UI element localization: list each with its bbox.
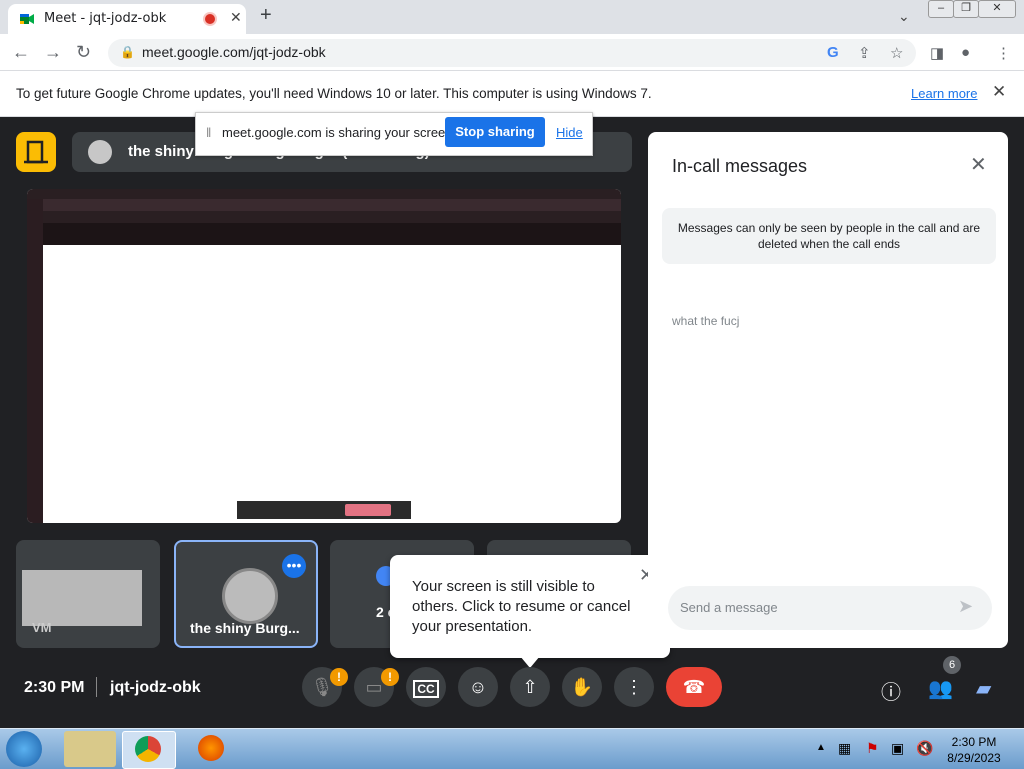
menu-icon[interactable]: ⋮ — [996, 44, 1011, 62]
divider — [96, 677, 97, 697]
present-button[interactable]: ⇧ — [510, 667, 550, 707]
url-text: meet.google.com/jqt-jodz-obk — [142, 44, 326, 60]
firefox-logo-icon — [198, 735, 224, 761]
mic-warning-badge: ! — [330, 668, 348, 686]
chat-panel: In-call messages ✕ Messages can only be … — [648, 132, 1008, 648]
participant-avatar — [222, 568, 278, 624]
taskbar-clock[interactable]: 2:30 PM 8/29/2023 — [944, 734, 1004, 766]
reload-icon[interactable]: ↻ — [76, 42, 91, 63]
phone-hangup-icon: ☎ — [682, 677, 706, 697]
present-screen-icon: ⇧ — [522, 677, 538, 697]
panel-close-icon[interactable]: ✕ — [970, 152, 987, 177]
profile-icon[interactable]: ● — [961, 44, 970, 61]
sharebar-message: meet.google.com is sharing your screen. — [222, 125, 457, 140]
recording-indicator-icon — [205, 14, 215, 24]
learn-more-link[interactable]: Learn more — [911, 86, 977, 101]
stop-sharing-button[interactable]: Stop sharing — [445, 117, 545, 147]
message-input[interactable]: Send a message ➤ — [668, 586, 992, 630]
infobar-close-icon[interactable]: ✕ — [992, 82, 1006, 102]
google-icon[interactable]: G — [827, 44, 839, 61]
screen-share-bar: ‖ meet.google.com is sharing your screen… — [195, 112, 593, 156]
captions-icon: CC — [413, 680, 439, 698]
firefox-taskbar-icon[interactable] — [186, 731, 238, 767]
door-icon — [24, 140, 48, 164]
infobar-message: To get future Google Chrome updates, you… — [16, 86, 652, 101]
tray-flag-icon[interactable]: ⚑ — [866, 740, 879, 757]
window-close-button[interactable]: ✕ — [978, 0, 1016, 18]
tab-close-icon[interactable]: ✕ — [230, 9, 242, 26]
share-icon[interactable]: ⇪ — [858, 44, 871, 62]
raise-hand-button[interactable]: ✋ — [562, 667, 602, 707]
hide-link[interactable]: Hide — [556, 125, 583, 140]
tray-network-icon[interactable]: ▣ — [891, 740, 904, 757]
tile-screen-thumbnail — [22, 570, 142, 626]
emoji-icon: ☺ — [468, 677, 488, 697]
tray-expand-icon[interactable]: ▲ — [816, 742, 826, 753]
meeting-clock: 2:30 PM — [24, 679, 85, 696]
presentation-paused-popup: Your screen is still visible to others. … — [390, 555, 670, 668]
people-icon[interactable]: 👥 — [928, 676, 953, 701]
more-vert-icon: ⋮ — [625, 677, 643, 697]
participant-count-badge: 6 — [943, 656, 961, 674]
more-options-button[interactable]: ⋮ — [614, 667, 654, 707]
shared-screen-sharebar — [237, 501, 411, 519]
drag-handle-icon[interactable]: ‖ — [206, 125, 211, 140]
lock-icon: 🔒 — [120, 45, 135, 59]
bookmark-star-icon[interactable]: ☆ — [890, 44, 903, 62]
hand-icon: ✋ — [570, 677, 594, 697]
tray-app-icon[interactable]: ▦ — [838, 740, 851, 757]
participant-tile[interactable]: VM — [16, 540, 160, 648]
chrome-taskbar-icon[interactable] — [122, 731, 176, 769]
forward-icon[interactable]: → — [44, 42, 62, 63]
message-placeholder: Send a message — [680, 600, 778, 615]
explorer-taskbar-icon[interactable] — [64, 731, 116, 767]
shared-screen-tabs — [27, 199, 621, 211]
send-icon[interactable]: ➤ — [958, 596, 973, 617]
start-button[interactable] — [6, 731, 42, 767]
new-tab-button[interactable]: + — [260, 4, 272, 27]
taskbar-date: 8/29/2023 — [947, 751, 1001, 765]
chat-info-notice: Messages can only be seen by people in t… — [662, 208, 996, 264]
address-bar[interactable]: 🔒 meet.google.com/jqt-jodz-obk — [108, 39, 916, 67]
chrome-logo-icon — [135, 736, 161, 762]
popup-message: Your screen is still visible to others. … — [412, 578, 631, 635]
camera-icon: ▭ — [365, 677, 383, 697]
captions-button[interactable]: CC — [406, 667, 446, 707]
shared-screen-addressbar — [27, 211, 621, 223]
tab-search-icon[interactable]: ⌄ — [898, 8, 910, 25]
side-panel-icon[interactable]: ◨ — [930, 44, 944, 62]
restore-button[interactable]: ❐ — [953, 0, 979, 18]
update-infobar: To get future Google Chrome updates, you… — [0, 71, 1024, 117]
meeting-code: jqt-jodz-obk — [110, 679, 201, 696]
taskbar-time: 2:30 PM — [951, 735, 997, 749]
more-options-icon[interactable]: ••• — [282, 554, 306, 578]
meeting-details-icon[interactable]: ⓘ — [881, 676, 901, 705]
tray-volume-icon[interactable]: 🔇 — [916, 740, 933, 757]
panel-title: In-call messages — [672, 156, 808, 176]
shared-screen-bookmarks — [27, 223, 621, 245]
tab-title: Meet - jqt-jodz-obk — [44, 11, 167, 26]
minimize-button[interactable]: – — [928, 0, 954, 18]
tile-name: the shiny Burg... — [190, 620, 300, 636]
camera-warning-badge: ! — [381, 668, 399, 686]
browser-tab[interactable]: Meet - jqt-jodz-obk ✕ — [8, 4, 246, 34]
tile-name: VM — [32, 620, 52, 635]
chat-icon[interactable]: ▰ — [976, 676, 991, 701]
shared-screen-stop-button — [345, 504, 391, 516]
presenter-avatar — [88, 140, 112, 164]
chat-message: what the fucj — [672, 314, 740, 328]
shared-screen-sidebar — [27, 199, 43, 523]
leave-call-button[interactable]: ☎ — [666, 667, 722, 707]
meet-logo — [16, 132, 56, 172]
back-icon[interactable]: ← — [12, 42, 30, 63]
shared-screen-taskbar — [27, 189, 621, 199]
participant-tile[interactable]: ••• the shiny Burg... — [174, 540, 318, 648]
shared-screen — [27, 189, 621, 523]
reactions-button[interactable]: ☺ — [458, 667, 498, 707]
meet-favicon-icon — [20, 14, 34, 24]
